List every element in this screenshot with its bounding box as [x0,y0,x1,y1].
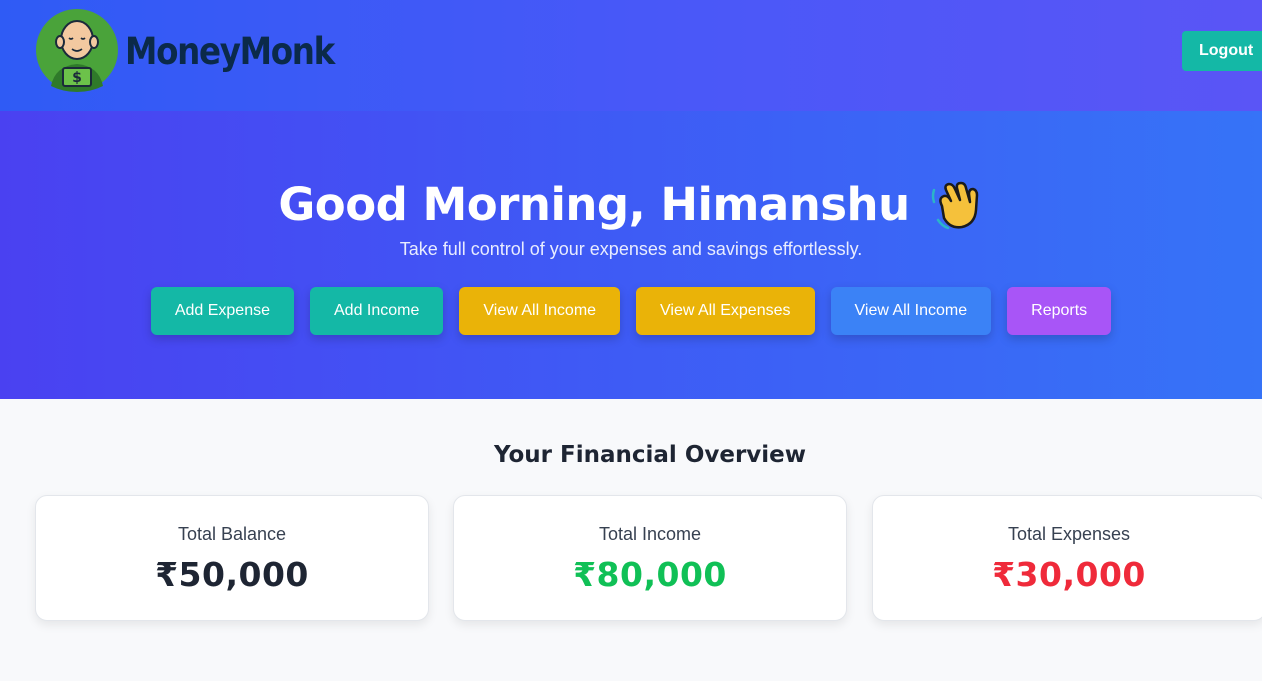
hero-subtitle: Take full control of your expenses and s… [399,239,863,259]
view-all-income-button[interactable]: View All Income [459,287,621,335]
total-expenses-value: ₹30,000 [992,555,1146,594]
card-label: Total Balance [177,524,287,544]
logout-button[interactable]: Logout [1182,31,1262,71]
brand-name: MoneyMonk [125,29,335,73]
card-label: Total Expenses [1007,524,1131,544]
view-all-income-button-secondary[interactable]: View All Income [830,287,992,335]
greeting-text: Good Morning, Himanshu [278,177,910,231]
total-income-card: Total Income ₹80,000 [453,495,847,621]
svg-text:$: $ [72,70,82,86]
total-balance-value: ₹50,000 [155,555,309,594]
brand-logo[interactable]: $ MoneyMonk [35,8,362,92]
monk-logo-icon: $ [36,9,118,92]
greeting-heading: Good Morning, Himanshu [0,176,1262,232]
total-expenses-card: Total Expenses ₹30,000 [872,495,1262,621]
view-all-expenses-button[interactable]: View All Expenses [636,287,815,335]
quick-actions: Add Expense Add Income View All Income V… [0,287,1262,335]
top-navbar: $ MoneyMonk Logout [0,0,1262,111]
total-income-value: ₹80,000 [573,555,727,594]
add-expense-button[interactable]: Add Expense [150,287,294,335]
reports-button[interactable]: Reports [1007,287,1112,335]
card-label: Total Income [598,524,702,544]
waving-hand-icon [931,181,978,230]
total-balance-card: Total Balance ₹50,000 [35,495,429,621]
add-income-button[interactable]: Add Income [310,287,444,335]
overview-heading: Your Financial Overview [493,442,807,468]
hero-banner: Good Morning, Himanshu Take full control… [0,111,1262,399]
